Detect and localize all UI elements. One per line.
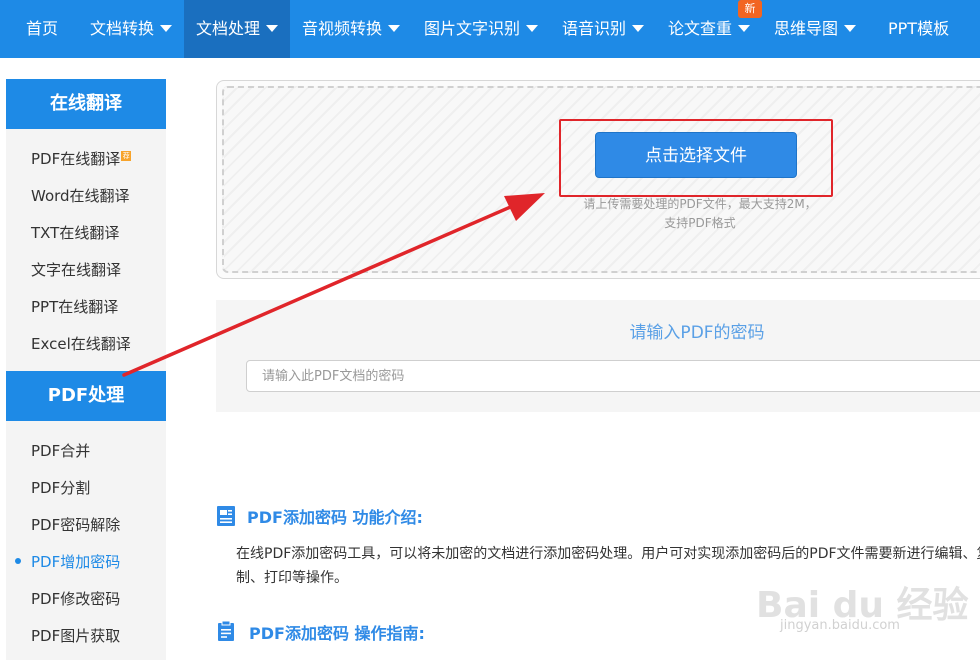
sidebar-item-pdf-image-extract[interactable]: PDF图片获取 (31, 625, 120, 646)
nav-ocr[interactable]: 图片文字识别 (424, 0, 539, 58)
nav-mindmap-label: 思维导图 (774, 19, 839, 38)
nav-speech-label: 语音识别 (562, 19, 627, 38)
current-item-dot-icon (15, 558, 21, 564)
watermark-url: jingyan.baidu.com (780, 618, 900, 633)
chevron-down-icon (388, 25, 401, 32)
nav-av-convert[interactable]: 音视频转换 (302, 0, 401, 58)
nav-av-convert-label: 音视频转换 (302, 19, 383, 38)
sidebar-item-label: PDF在线翻译 (31, 150, 121, 168)
nav-ppt-template-label: PPT模板 (888, 19, 950, 38)
chevron-down-icon (526, 25, 539, 32)
nav-mindmap[interactable]: 思维导图 (774, 0, 857, 58)
guide-icon (218, 620, 234, 641)
recommend-tag-icon: 荐 (121, 151, 132, 161)
document-icon (217, 506, 235, 526)
annotation-highlight-box (559, 119, 833, 197)
upload-hint-line2: 支持PDF格式 (664, 216, 736, 230)
sidebar-item-txt-translate[interactable]: TXT在线翻译 (31, 222, 119, 243)
sidebar-item-word-translate[interactable]: Word在线翻译 (31, 185, 130, 206)
nav-home-label: 首页 (26, 19, 59, 38)
sidebar-item-pdf-change-password[interactable]: PDF修改密码 (31, 588, 120, 609)
sidebar-item-pdf-split[interactable]: PDF分割 (31, 477, 90, 498)
sidebar-item-pdf-translate[interactable]: PDF在线翻译荐 (31, 148, 132, 169)
chevron-down-icon (738, 25, 751, 32)
nav-doc-convert[interactable]: 文档转换 (90, 0, 173, 58)
nav-home[interactable]: 首页 (26, 0, 58, 58)
sidebar-item-text-translate[interactable]: 文字在线翻译 (31, 259, 121, 280)
feature-intro-title: PDF添加密码 功能介绍: (247, 508, 423, 527)
guide-title: PDF添加密码 操作指南: (249, 624, 425, 643)
sidebar-item-pdf-merge[interactable]: PDF合并 (31, 440, 90, 461)
sidebar-section-title: 在线翻译 (6, 79, 166, 129)
chevron-down-icon (632, 25, 645, 32)
nav-speech[interactable]: 语音识别 (562, 0, 645, 58)
sidebar-item-pdf-add-password[interactable]: PDF增加密码 (31, 551, 120, 572)
chevron-down-icon (266, 25, 279, 32)
nav-doc-process-label: 文档处理 (196, 19, 261, 38)
password-input[interactable] (246, 360, 980, 392)
sidebar-section-title: PDF处理 (6, 371, 166, 421)
nav-doc-process[interactable]: 文档处理 (184, 0, 291, 58)
password-title: 请输入PDF的密码 (629, 323, 765, 343)
chevron-down-icon (160, 25, 173, 32)
nav-plagiarism-label: 论文查重 (668, 19, 733, 38)
nav-doc-convert-label: 文档转换 (90, 19, 155, 38)
sidebar-item-ppt-translate[interactable]: PPT在线翻译 (31, 296, 118, 317)
chevron-down-icon (844, 25, 857, 32)
sidebar-item-pdf-unlock[interactable]: PDF密码解除 (31, 514, 120, 535)
sidebar-item-excel-translate[interactable]: Excel在线翻译 (31, 333, 131, 354)
password-panel (216, 300, 980, 412)
new-badge: 新 (738, 0, 762, 18)
top-nav-bar: 首页 文档转换 文档处理 音视频转换 图片文字识别 语音识别 论文查重 新 思维… (0, 0, 980, 58)
nav-ocr-label: 图片文字识别 (424, 19, 521, 38)
upload-hint-line1: 请上传需要处理的PDF文件，最大支持2M， (583, 197, 817, 211)
nav-ppt-template[interactable]: PPT模板 (888, 0, 949, 58)
